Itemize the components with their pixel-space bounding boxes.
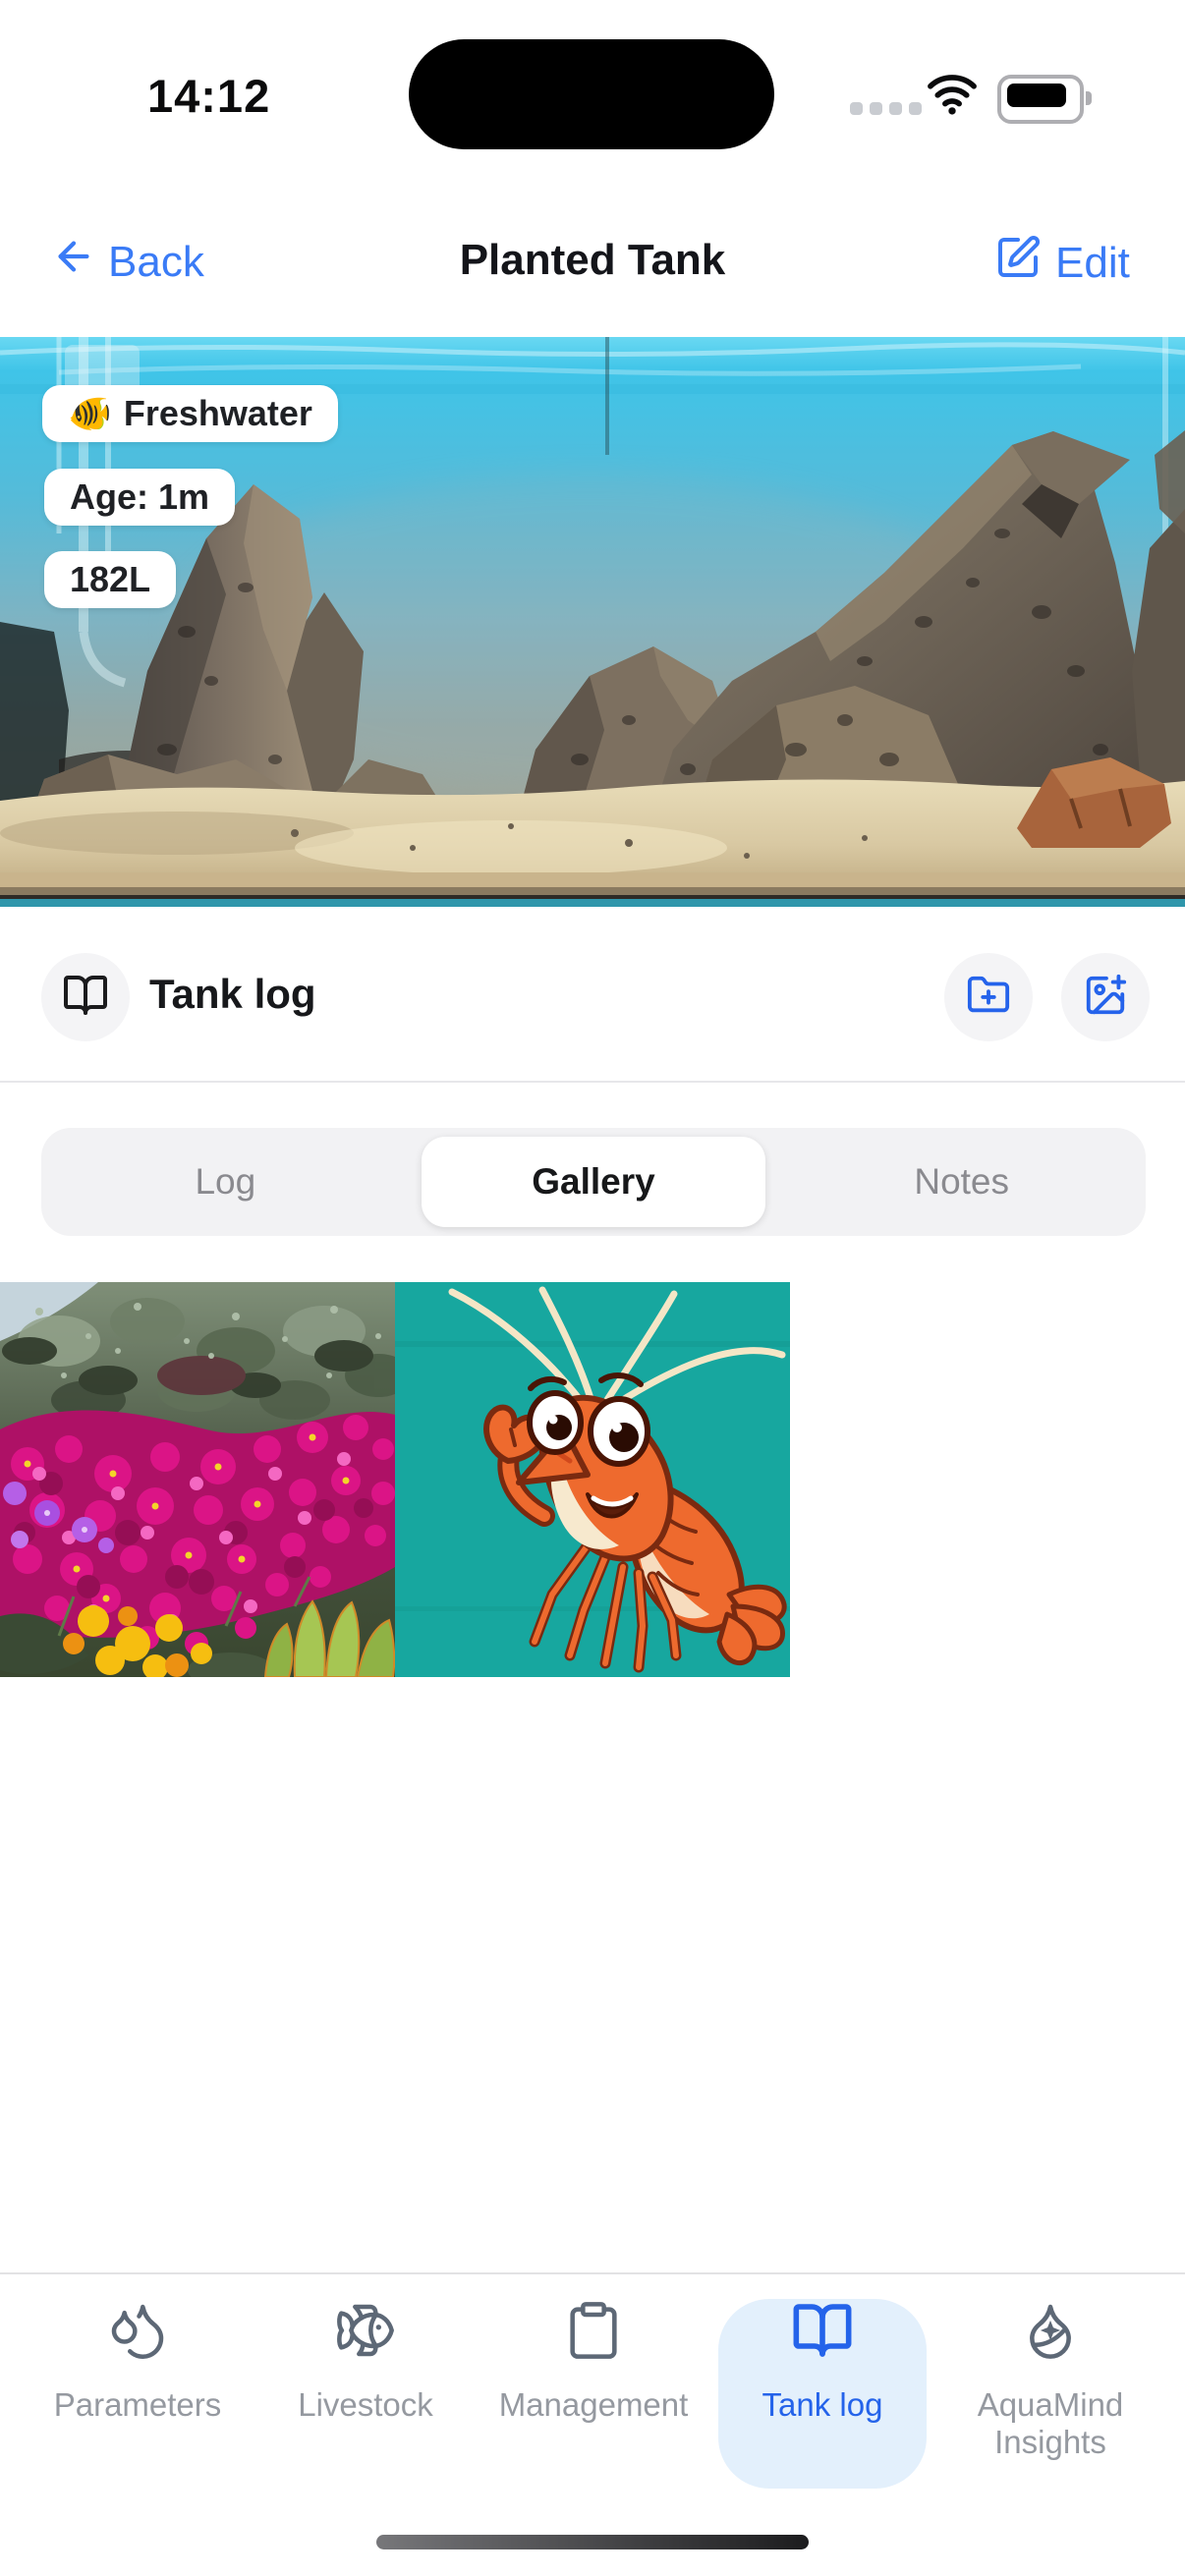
tank-type-label: Freshwater: [123, 393, 312, 433]
edit-label: Edit: [1055, 238, 1130, 287]
image-plus-icon: [1083, 973, 1128, 1023]
wifi-icon: [927, 73, 978, 121]
tank-age-label: Age: 1m: [70, 476, 210, 517]
tank-photo-header: 🐠 Freshwater Age: 1m 182L: [0, 337, 1185, 907]
tab-bar: Parameters Livestock Management Tank log…: [0, 2274, 1185, 2576]
droplets-icon: [106, 2299, 169, 2367]
section-divider: [0, 1081, 1185, 1083]
tab-label: Parameters: [53, 2386, 222, 2423]
tank-type-badge: 🐠 Freshwater: [42, 385, 338, 442]
segment-gallery[interactable]: Gallery: [410, 1128, 778, 1236]
gallery-photo-flowers[interactable]: [0, 1282, 395, 1677]
book-icon: [62, 972, 109, 1024]
folder-plus-icon: [966, 973, 1011, 1023]
tab-parameters[interactable]: Parameters: [24, 2299, 252, 2424]
add-log-entry-button[interactable]: [944, 953, 1033, 1041]
tab-tank-log[interactable]: Tank log: [708, 2299, 936, 2424]
status-time: 14:12: [147, 70, 271, 122]
tropical-fish-emoji-icon: 🐠: [68, 393, 112, 433]
gallery-photo-shrimp[interactable]: [395, 1282, 790, 1677]
tab-label: Management: [498, 2386, 689, 2423]
book-open-icon: [791, 2299, 854, 2367]
edit-pencil-icon: [994, 234, 1042, 292]
dynamic-island: [409, 39, 774, 149]
tab-label: Livestock: [298, 2386, 433, 2423]
segment-log[interactable]: Log: [41, 1128, 410, 1236]
fish-icon: [334, 2299, 397, 2367]
home-indicator[interactable]: [376, 2535, 809, 2549]
segment-notes[interactable]: Notes: [777, 1128, 1146, 1236]
tank-volume-label: 182L: [70, 559, 151, 599]
log-segmented-control: Log Gallery Notes: [41, 1128, 1146, 1236]
section-icon-circle: [41, 953, 130, 1041]
edit-button[interactable]: Edit: [994, 234, 1130, 292]
tab-aquamind-insights[interactable]: AquaMind Insights: [936, 2299, 1164, 2461]
tab-label: Tank log: [762, 2386, 883, 2423]
tank-age-badge: Age: 1m: [44, 469, 236, 526]
tab-management[interactable]: Management: [480, 2299, 707, 2424]
clipboard-icon: [562, 2299, 625, 2367]
tank-volume-badge: 182L: [44, 551, 177, 608]
app-screen: 14:12 Back Planted Tank Edit 🐠 Freshwate…: [0, 0, 1185, 2576]
tab-label: AquaMind Insights: [977, 2386, 1124, 2460]
section-title: Tank log: [149, 971, 316, 1017]
droplet-sparkle-icon: [1019, 2299, 1082, 2367]
add-photo-button[interactable]: [1061, 953, 1150, 1041]
tab-livestock[interactable]: Livestock: [252, 2299, 480, 2424]
battery-icon: [997, 75, 1092, 124]
cellular-signal-icon: [850, 102, 922, 115]
